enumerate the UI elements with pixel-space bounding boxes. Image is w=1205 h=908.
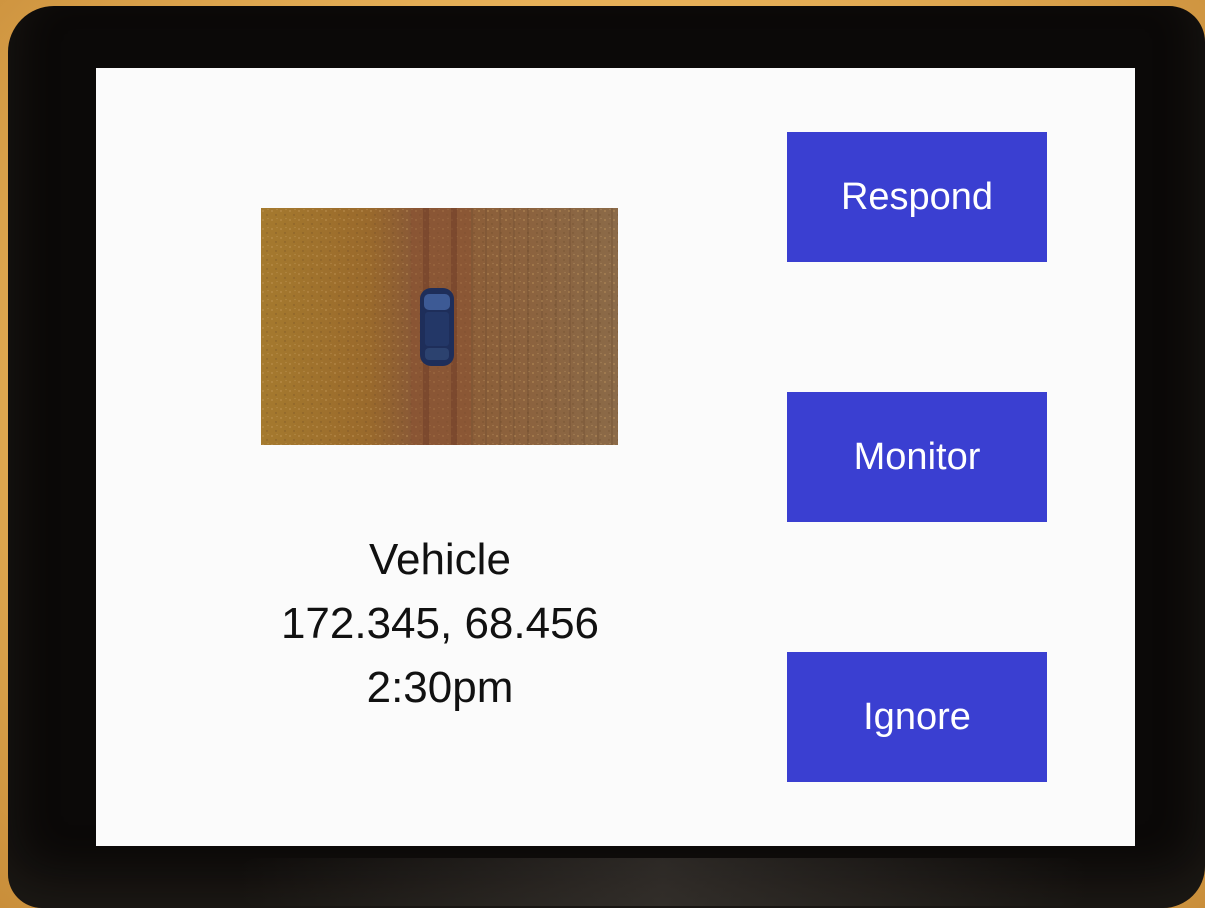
detection-type: Vehicle bbox=[369, 535, 511, 584]
vehicle-photo[interactable] bbox=[261, 208, 618, 445]
car-icon bbox=[420, 288, 454, 366]
coordinates: 172.345, 68.456 bbox=[280, 599, 600, 648]
monitor-button[interactable]: Monitor bbox=[787, 392, 1047, 522]
respond-button[interactable]: Respond bbox=[787, 132, 1047, 262]
aerial-car-image bbox=[261, 208, 618, 445]
ignore-button[interactable]: Ignore bbox=[787, 652, 1047, 782]
alert-details: Vehicle 172.345, 68.456 2:30pm bbox=[236, 528, 644, 720]
alert-screen: Vehicle 172.345, 68.456 2:30pm Respond M… bbox=[96, 68, 1135, 846]
detection-time: 2:30pm bbox=[366, 663, 514, 712]
bezel-reflection bbox=[238, 858, 1088, 906]
